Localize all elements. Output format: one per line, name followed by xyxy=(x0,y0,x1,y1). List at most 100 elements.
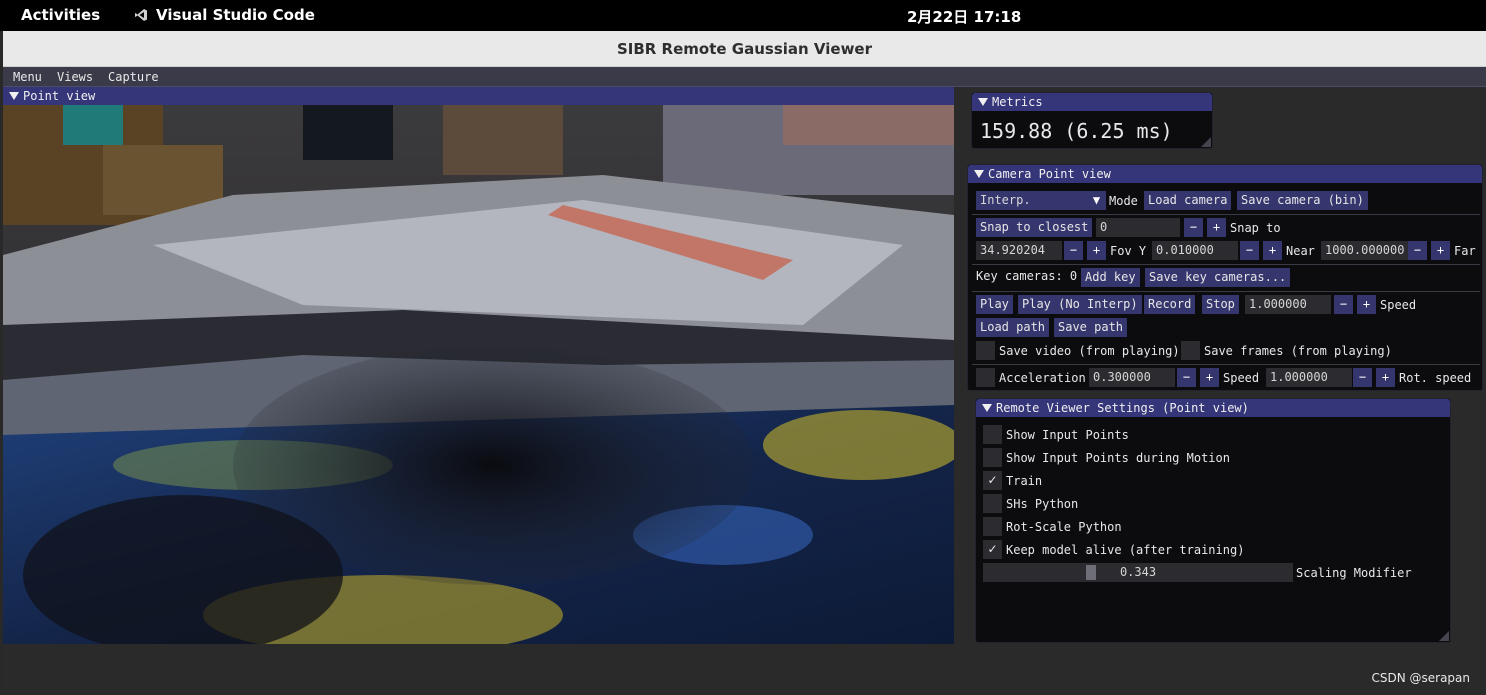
snap-to-label: Snap to xyxy=(1230,221,1281,235)
acceleration-increment-button[interactable]: + xyxy=(1200,368,1219,387)
save-key-cameras-button[interactable]: Save key cameras... xyxy=(1145,268,1291,287)
load-path-button[interactable]: Load path xyxy=(976,318,1050,337)
far-increment-button[interactable]: + xyxy=(1431,241,1450,260)
menu-bar: Menu Views Capture xyxy=(3,67,1486,87)
camera-titlebar[interactable]: Camera Point view xyxy=(968,165,1482,183)
record-button[interactable]: Record xyxy=(1144,295,1196,314)
acceleration-input[interactable]: 0.300000 xyxy=(1089,368,1175,387)
near-decrement-button[interactable]: − xyxy=(1240,241,1259,260)
key-cameras-count: Key cameras: 0 xyxy=(976,269,1078,283)
speed2-label: Speed xyxy=(1223,371,1260,385)
snap-increment-button[interactable]: + xyxy=(1207,218,1226,237)
collapse-triangle-icon[interactable] xyxy=(982,404,992,412)
system-top-bar: Activities Visual Studio Code 2月22日 17:1… xyxy=(0,0,1486,31)
remote-settings-panel: Remote Viewer Settings (Point view) Show… xyxy=(975,398,1451,643)
far-label: Far xyxy=(1454,244,1476,258)
option-checkbox[interactable]: ✓ xyxy=(983,540,1002,559)
mode-combo-value: Interp. xyxy=(980,193,1031,207)
option-checkbox[interactable] xyxy=(983,494,1002,513)
resize-grip-icon[interactable] xyxy=(1439,631,1449,641)
window-title: SIBR Remote Gaussian Viewer xyxy=(616,39,873,58)
clock[interactable]: 2月22日 17:18 xyxy=(907,6,1021,27)
separator xyxy=(972,264,1480,265)
speed-input[interactable]: 1.000000 xyxy=(1245,295,1331,314)
option-label: Show Input Points xyxy=(1006,428,1129,442)
remote-settings-titlebar[interactable]: Remote Viewer Settings (Point view) xyxy=(976,399,1450,417)
option-label: SHs Python xyxy=(1006,497,1079,511)
point-view-render[interactable] xyxy=(3,105,954,644)
snap-decrement-button[interactable]: − xyxy=(1184,218,1203,237)
near-input[interactable]: 0.010000 xyxy=(1152,241,1238,260)
metrics-panel: Metrics 159.88 (6.25 ms) xyxy=(971,92,1213,149)
focused-app-name[interactable]: Visual Studio Code xyxy=(156,6,315,24)
separator xyxy=(972,214,1480,215)
speed-label: Speed xyxy=(1380,298,1417,312)
rendered-scene-image[interactable] xyxy=(3,105,954,644)
speed-increment-button[interactable]: + xyxy=(1357,295,1376,314)
option-label: Train xyxy=(1006,474,1043,488)
option-checkbox[interactable]: ✓ xyxy=(983,471,1002,490)
add-key-button[interactable]: Add key xyxy=(1081,268,1140,287)
resize-grip-icon[interactable] xyxy=(1201,137,1211,147)
option-checkbox[interactable] xyxy=(983,517,1002,536)
separator xyxy=(972,364,1480,365)
camera-title: Camera Point view xyxy=(988,167,1111,181)
option-label: Keep model alive (after training) xyxy=(1006,543,1245,557)
metrics-title: Metrics xyxy=(992,95,1043,109)
option-label: Show Input Points during Motion xyxy=(1006,451,1230,465)
checkmark-icon: ✓ xyxy=(987,542,998,556)
play-no-interp-button[interactable]: Play (No Interp) xyxy=(1018,295,1142,314)
option-checkbox[interactable] xyxy=(983,425,1002,444)
speed2-increment-button[interactable]: + xyxy=(1376,368,1395,387)
snap-index-input[interactable]: 0 xyxy=(1096,218,1180,237)
scaling-modifier-label: Scaling Modifier xyxy=(1296,566,1412,580)
watermark: CSDN @serapan xyxy=(1371,671,1470,685)
save-frames-label: Save frames (from playing) xyxy=(1204,344,1392,358)
play-button[interactable]: Play xyxy=(976,295,1013,314)
speed-decrement-button[interactable]: − xyxy=(1334,295,1353,314)
save-frames-checkbox[interactable] xyxy=(1181,341,1200,360)
save-video-checkbox[interactable] xyxy=(976,341,995,360)
collapse-triangle-icon[interactable] xyxy=(974,170,984,178)
window-titlebar[interactable]: SIBR Remote Gaussian Viewer xyxy=(3,31,1486,67)
menu-item-capture[interactable]: Capture xyxy=(108,70,159,84)
camera-panel: Camera Point view Interp. ▼ Mode Load ca… xyxy=(967,164,1483,391)
fovy-increment-button[interactable]: + xyxy=(1087,241,1106,260)
far-input[interactable]: 1000.000000 xyxy=(1321,241,1411,260)
far-decrement-button[interactable]: − xyxy=(1408,241,1427,260)
save-camera-button[interactable]: Save camera (bin) xyxy=(1237,191,1368,210)
stop-button[interactable]: Stop xyxy=(1202,295,1239,314)
vscode-icon xyxy=(135,9,147,21)
rot-speed-label: Rot. speed xyxy=(1399,371,1472,385)
fovy-input[interactable]: 34.920204 xyxy=(976,241,1062,260)
activities-button[interactable]: Activities xyxy=(21,6,100,24)
acceleration-label: Acceleration xyxy=(999,371,1086,385)
menu-item-views[interactable]: Views xyxy=(57,70,93,84)
menu-item-menu[interactable]: Menu xyxy=(13,70,42,84)
near-increment-button[interactable]: + xyxy=(1263,241,1282,260)
mode-label: Mode xyxy=(1109,194,1138,208)
acceleration-checkbox[interactable] xyxy=(976,368,995,387)
acceleration-decrement-button[interactable]: − xyxy=(1177,368,1196,387)
fovy-decrement-button[interactable]: − xyxy=(1064,241,1083,260)
remote-settings-title: Remote Viewer Settings (Point view) xyxy=(996,401,1249,415)
load-camera-button[interactable]: Load camera xyxy=(1144,191,1232,210)
metrics-titlebar[interactable]: Metrics xyxy=(972,93,1212,111)
combo-arrow-icon[interactable]: ▼ xyxy=(1087,191,1106,210)
collapse-triangle-icon[interactable] xyxy=(978,98,988,106)
fps-readout: 159.88 (6.25 ms) xyxy=(980,119,1173,143)
near-label: Near xyxy=(1286,244,1315,258)
separator xyxy=(972,291,1480,292)
checkmark-icon: ✓ xyxy=(987,473,998,487)
collapse-triangle-icon[interactable] xyxy=(9,92,19,100)
save-path-button[interactable]: Save path xyxy=(1054,318,1128,337)
fovy-label: Fov Y xyxy=(1110,244,1147,258)
snap-to-closest-button[interactable]: Snap to closest xyxy=(976,218,1093,237)
save-video-label: Save video (from playing) xyxy=(999,344,1180,358)
scaling-modifier-slider[interactable]: 0.343 xyxy=(983,563,1293,582)
speed2-input[interactable]: 1.000000 xyxy=(1266,368,1352,387)
speed2-decrement-button[interactable]: − xyxy=(1353,368,1372,387)
point-view-titlebar[interactable]: Point view xyxy=(3,87,954,105)
option-checkbox[interactable] xyxy=(983,448,1002,467)
scaling-value: 0.343 xyxy=(1119,565,1157,579)
